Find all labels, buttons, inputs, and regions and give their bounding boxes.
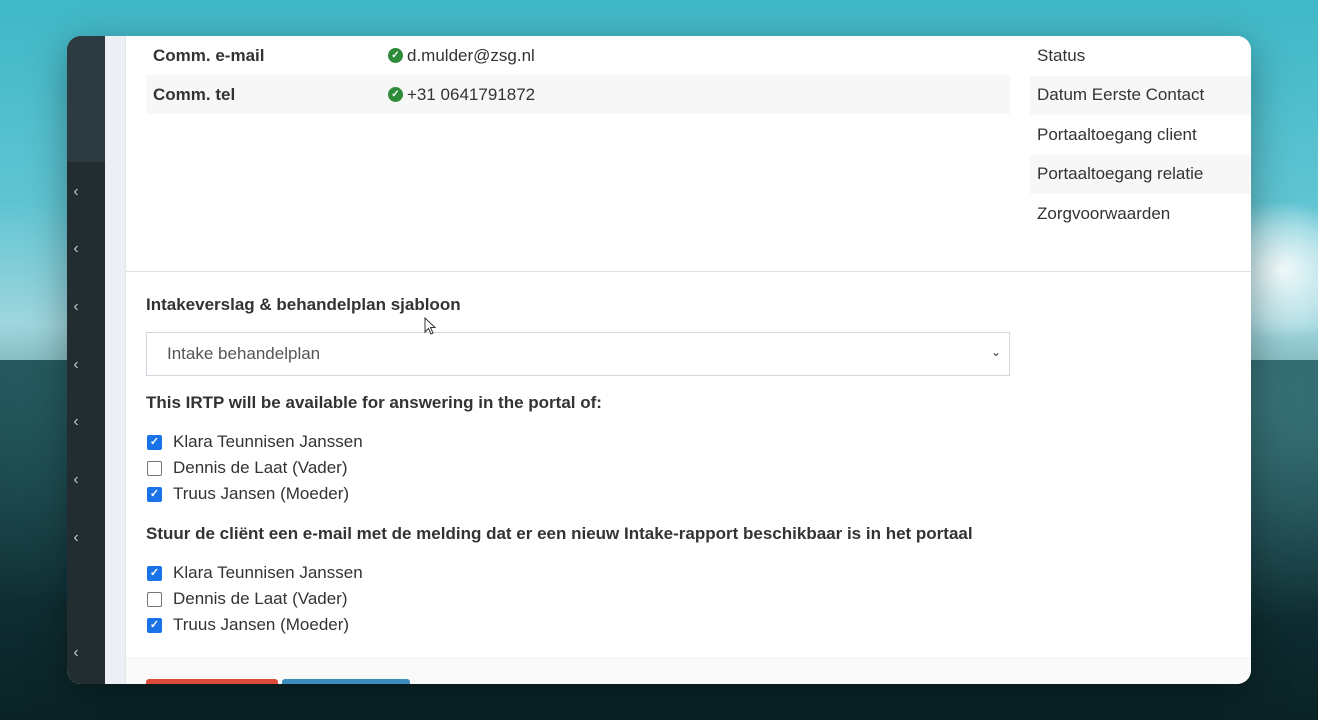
checkbox[interactable]: ✓ [147,486,162,502]
table-row: Comm. e-mail ✓ d.mulder@zsg.nl [146,36,1010,75]
contact-table: Comm. e-mail ✓ d.mulder@zsg.nl Comm. tel… [146,36,1010,114]
checkbox[interactable]: ✓ [147,565,162,581]
chevron-left-icon[interactable]: ‹ [67,355,85,375]
list-item: Zorgvoorwaarden [1037,203,1171,223]
checkbox-label: Klara Teunnisen Janssen [173,563,363,582]
sidebar-header [67,36,105,162]
email-title: Stuur de cliënt een e-mail met de meldin… [146,524,973,543]
chevron-left-icon[interactable]: ‹ [67,528,85,548]
chevron-left-icon[interactable]: ‹ [67,182,85,202]
chevron-left-icon[interactable]: ‹ [67,643,85,663]
table-row: Comm. tel ✓ +31 0641791872 [146,75,1010,114]
list-item: Datum Eerste Contact [1030,75,1251,115]
chevron-left-icon[interactable]: ‹ [67,470,85,490]
chevron-left-icon[interactable]: ‹ [67,412,85,432]
checkbox[interactable]: ✓ [147,617,162,633]
main-content: Comm. e-mail ✓ d.mulder@zsg.nl Comm. tel… [125,36,1251,684]
checkbox[interactable]: ✓ [147,434,162,450]
portal-option-0[interactable]: ✓ Klara Teunnisen Janssen [147,431,363,453]
checkbox[interactable] [147,591,162,607]
primary-button[interactable] [282,679,410,684]
check-circle-icon: ✓ [388,87,403,102]
sidebar: ‹ ‹ ‹ ‹ ‹ ‹ ‹ ‹ [67,36,105,684]
chevron-down-icon: ⌄ [990,345,1002,359]
mouse-cursor-icon [424,317,437,335]
side-list: Status Datum Eerste Contact Portaaltoega… [1030,36,1251,234]
app-window: ‹ ‹ ‹ ‹ ‹ ‹ ‹ ‹ Comm. e-mail ✓ d.mulder@… [67,36,1251,684]
portal-title: This IRTP will be available for answerin… [146,393,602,412]
checkbox-label: Truus Jansen (Moeder) [173,615,350,634]
check-circle-icon: ✓ [388,48,403,63]
email-option-0[interactable]: ✓ Klara Teunnisen Janssen [147,562,363,584]
list-item: Portaaltoegang relatie [1030,154,1251,194]
danger-button[interactable] [146,679,278,684]
row-label: Comm. e-mail [153,45,265,65]
portal-option-1[interactable]: Dennis de Laat (Vader) [147,457,348,479]
list-item: Status [1037,45,1086,65]
email-option-1[interactable]: Dennis de Laat (Vader) [147,588,348,610]
list-item: Portaaltoegang client [1037,124,1197,144]
checkbox-label: Truus Jansen (Moeder) [173,484,350,503]
email-option-2[interactable]: ✓ Truus Jansen (Moeder) [147,614,349,636]
checkbox[interactable] [147,460,162,476]
email-value: d.mulder@zsg.nl [407,45,535,65]
phone-value: +31 0641791872 [407,84,536,104]
content-gutter [105,36,125,684]
checkbox-label: Dennis de Laat (Vader) [173,589,348,608]
chevron-left-icon[interactable]: ‹ [67,239,85,259]
checkbox-label: Klara Teunnisen Janssen [173,432,363,451]
row-label: Comm. tel [153,84,236,104]
checkbox-label: Dennis de Laat (Vader) [173,458,348,477]
template-select-value: Intake behandelplan [167,344,321,363]
divider [126,271,1251,272]
portal-option-2[interactable]: ✓ Truus Jansen (Moeder) [147,483,349,505]
template-select[interactable]: Intake behandelplan ⌄ [146,332,1010,376]
chevron-left-icon[interactable]: ‹ [67,297,85,317]
template-title: Intakeverslag & behandelplan sjabloon [146,295,461,314]
